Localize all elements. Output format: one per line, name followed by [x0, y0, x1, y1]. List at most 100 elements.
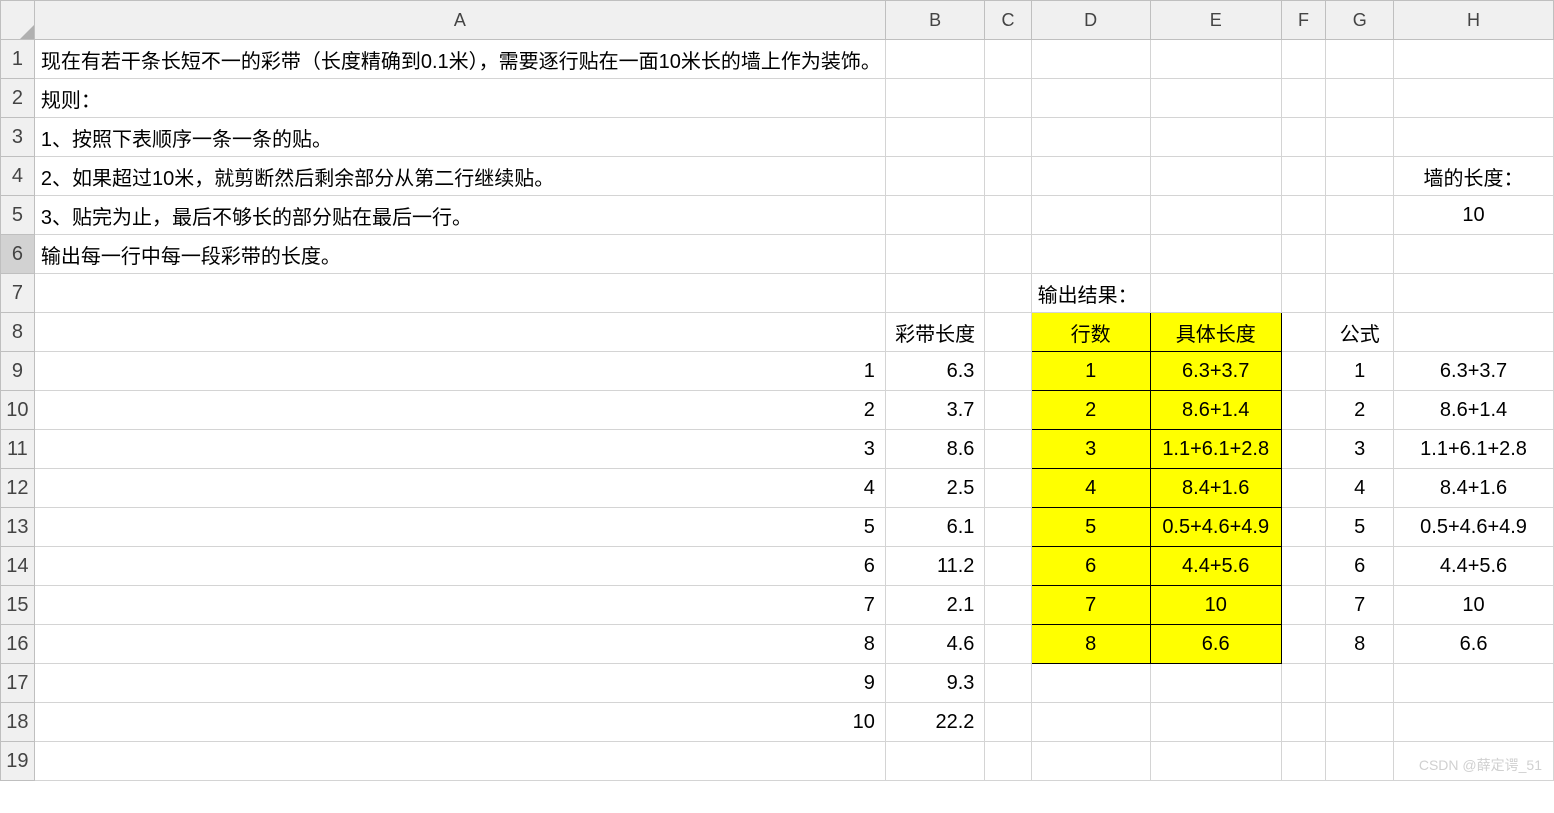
cell-H5[interactable]: 10	[1394, 196, 1554, 235]
cell-C10[interactable]	[985, 391, 1031, 430]
cell-H18[interactable]	[1394, 703, 1554, 742]
col-header-C[interactable]: C	[985, 1, 1031, 40]
cell-F15[interactable]	[1281, 586, 1326, 625]
cell-B9[interactable]: 6.3	[885, 352, 984, 391]
cell-D16[interactable]: 8	[1031, 625, 1150, 664]
cell-G1[interactable]	[1326, 40, 1394, 79]
cell-B4[interactable]	[885, 157, 984, 196]
cell-E9[interactable]: 6.3+3.7	[1150, 352, 1281, 391]
cell-B11[interactable]: 8.6	[885, 430, 984, 469]
cell-F19[interactable]	[1281, 742, 1326, 781]
cell-F6[interactable]	[1281, 235, 1326, 274]
cell-A19[interactable]	[34, 742, 885, 781]
row-header-16[interactable]: 16	[1, 625, 35, 664]
cell-E4[interactable]	[1150, 157, 1281, 196]
cell-B13[interactable]: 6.1	[885, 508, 984, 547]
cell-A3[interactable]: 1、按照下表顺序一条一条的贴。	[34, 118, 885, 157]
cell-A6[interactable]: 输出每一行中每一段彩带的长度。	[34, 235, 885, 274]
cell-A15[interactable]: 7	[34, 586, 885, 625]
cell-H15[interactable]: 10	[1394, 586, 1554, 625]
cell-G13[interactable]: 5	[1326, 508, 1394, 547]
cell-E11[interactable]: 1.1+6.1+2.8	[1150, 430, 1281, 469]
cell-F11[interactable]	[1281, 430, 1326, 469]
cell-G7[interactable]	[1326, 274, 1394, 313]
cell-D4[interactable]	[1031, 157, 1150, 196]
row-header-4[interactable]: 4	[1, 157, 35, 196]
cell-C11[interactable]	[985, 430, 1031, 469]
cell-C3[interactable]	[985, 118, 1031, 157]
row-header-2[interactable]: 2	[1, 79, 35, 118]
cell-C7[interactable]	[985, 274, 1031, 313]
cell-G8[interactable]: 公式	[1326, 313, 1394, 352]
row-header-10[interactable]: 10	[1, 391, 35, 430]
cell-A5[interactable]: 3、贴完为止，最后不够长的部分贴在最后一行。	[34, 196, 885, 235]
cell-F10[interactable]	[1281, 391, 1326, 430]
cell-F16[interactable]	[1281, 625, 1326, 664]
cell-F8[interactable]	[1281, 313, 1326, 352]
cell-H10[interactable]: 8.6+1.4	[1394, 391, 1554, 430]
col-header-E[interactable]: E	[1150, 1, 1281, 40]
cell-H7[interactable]	[1394, 274, 1554, 313]
cell-B16[interactable]: 4.6	[885, 625, 984, 664]
col-header-H[interactable]: H	[1394, 1, 1554, 40]
cell-B5[interactable]	[885, 196, 984, 235]
spreadsheet-grid[interactable]: A B C D E F G H 1 现在有若干条长短不一的彩带（长度精确到0.1…	[0, 0, 1554, 781]
cell-D19[interactable]	[1031, 742, 1150, 781]
row-header-9[interactable]: 9	[1, 352, 35, 391]
cell-F1[interactable]	[1281, 40, 1326, 79]
row-header-19[interactable]: 19	[1, 742, 35, 781]
cell-F3[interactable]	[1281, 118, 1326, 157]
cell-E17[interactable]	[1150, 664, 1281, 703]
cell-F13[interactable]	[1281, 508, 1326, 547]
cell-C5[interactable]	[985, 196, 1031, 235]
cell-C16[interactable]	[985, 625, 1031, 664]
cell-E14[interactable]: 4.4+5.6	[1150, 547, 1281, 586]
cell-H14[interactable]: 4.4+5.6	[1394, 547, 1554, 586]
cell-G17[interactable]	[1326, 664, 1394, 703]
cell-H6[interactable]	[1394, 235, 1554, 274]
cell-F2[interactable]	[1281, 79, 1326, 118]
cell-D14[interactable]: 6	[1031, 547, 1150, 586]
cell-D15[interactable]: 7	[1031, 586, 1150, 625]
cell-G16[interactable]: 8	[1326, 625, 1394, 664]
cell-F9[interactable]	[1281, 352, 1326, 391]
cell-F5[interactable]	[1281, 196, 1326, 235]
cell-G10[interactable]: 2	[1326, 391, 1394, 430]
cell-G4[interactable]	[1326, 157, 1394, 196]
cell-H17[interactable]	[1394, 664, 1554, 703]
cell-D1[interactable]	[1031, 40, 1150, 79]
cell-A14[interactable]: 6	[34, 547, 885, 586]
cell-A8[interactable]	[34, 313, 885, 352]
row-header-17[interactable]: 17	[1, 664, 35, 703]
cell-A9[interactable]: 1	[34, 352, 885, 391]
cell-H8[interactable]	[1394, 313, 1554, 352]
cell-B17[interactable]: 9.3	[885, 664, 984, 703]
cell-A17[interactable]: 9	[34, 664, 885, 703]
cell-E15[interactable]: 10	[1150, 586, 1281, 625]
col-header-F[interactable]: F	[1281, 1, 1326, 40]
cell-C8[interactable]	[985, 313, 1031, 352]
col-header-G[interactable]: G	[1326, 1, 1394, 40]
cell-F12[interactable]	[1281, 469, 1326, 508]
cell-G15[interactable]: 7	[1326, 586, 1394, 625]
cell-A1[interactable]: 现在有若干条长短不一的彩带（长度精确到0.1米），需要逐行贴在一面10米长的墙上…	[34, 40, 885, 79]
cell-D7[interactable]: 输出结果：	[1031, 274, 1150, 313]
cell-C1[interactable]	[985, 40, 1031, 79]
cell-F4[interactable]	[1281, 157, 1326, 196]
row-header-7[interactable]: 7	[1, 274, 35, 313]
cell-A10[interactable]: 2	[34, 391, 885, 430]
cell-C13[interactable]	[985, 508, 1031, 547]
row-header-11[interactable]: 11	[1, 430, 35, 469]
cell-C17[interactable]	[985, 664, 1031, 703]
cell-F18[interactable]	[1281, 703, 1326, 742]
cell-A2[interactable]: 规则：	[34, 79, 885, 118]
cell-D17[interactable]	[1031, 664, 1150, 703]
cell-G14[interactable]: 6	[1326, 547, 1394, 586]
cell-F17[interactable]	[1281, 664, 1326, 703]
cell-G5[interactable]	[1326, 196, 1394, 235]
cell-C19[interactable]	[985, 742, 1031, 781]
cell-C14[interactable]	[985, 547, 1031, 586]
cell-A16[interactable]: 8	[34, 625, 885, 664]
row-header-14[interactable]: 14	[1, 547, 35, 586]
cell-H11[interactable]: 1.1+6.1+2.8	[1394, 430, 1554, 469]
